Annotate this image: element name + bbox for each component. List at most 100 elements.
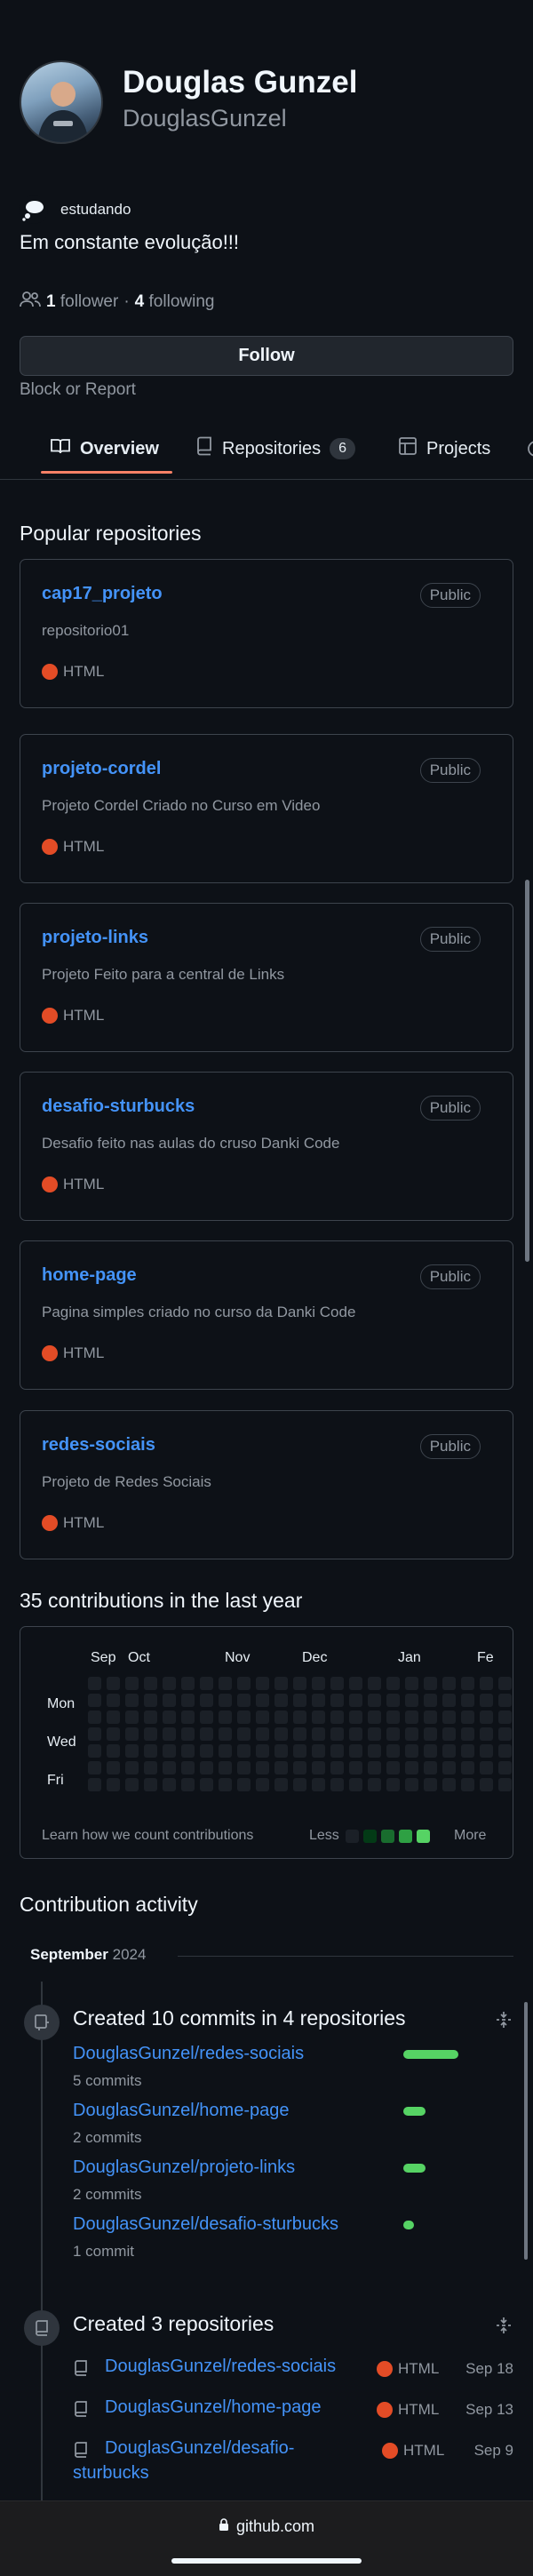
- contribution-cell[interactable]: [368, 1761, 381, 1774]
- contribution-cell[interactable]: [200, 1778, 213, 1791]
- contribution-cell[interactable]: [200, 1694, 213, 1707]
- repos-created-summary[interactable]: Created 3 repositories: [73, 2312, 274, 2336]
- contribution-cell[interactable]: [386, 1677, 400, 1690]
- contribution-cell[interactable]: [386, 1761, 400, 1774]
- contribution-cell[interactable]: [163, 1744, 176, 1758]
- contribution-cell[interactable]: [144, 1727, 157, 1741]
- repo-name-link[interactable]: redes-sociais: [42, 1435, 155, 1455]
- repo-name-link[interactable]: desafio-sturbucks: [42, 1097, 195, 1117]
- contribution-cell[interactable]: [200, 1761, 213, 1774]
- contribution-cell[interactable]: [256, 1677, 269, 1690]
- contribution-cell[interactable]: [498, 1778, 512, 1791]
- contribution-cell[interactable]: [405, 1677, 418, 1690]
- contribution-cell[interactable]: [461, 1677, 474, 1690]
- created-repo-link-wrap[interactable]: sturbucks: [73, 2463, 149, 2484]
- following-link[interactable]: 4 following: [135, 292, 215, 312]
- contribution-cell[interactable]: [461, 1761, 474, 1774]
- contribution-cell[interactable]: [349, 1711, 362, 1724]
- contribution-cell[interactable]: [293, 1761, 306, 1774]
- contribution-cell[interactable]: [181, 1727, 195, 1741]
- contribution-cell[interactable]: [480, 1677, 493, 1690]
- contribution-cell[interactable]: [498, 1744, 512, 1758]
- contribution-cell[interactable]: [107, 1778, 120, 1791]
- contribution-cell[interactable]: [330, 1694, 344, 1707]
- contribution-cell[interactable]: [480, 1778, 493, 1791]
- contribution-cell[interactable]: [498, 1711, 512, 1724]
- contribution-cell[interactable]: [237, 1727, 251, 1741]
- contribution-cell[interactable]: [219, 1727, 232, 1741]
- contribution-cell[interactable]: [349, 1744, 362, 1758]
- contribution-cell[interactable]: [107, 1744, 120, 1758]
- contribution-cell[interactable]: [312, 1711, 325, 1724]
- contribution-cell[interactable]: [368, 1711, 381, 1724]
- contribution-cell[interactable]: [274, 1677, 288, 1690]
- contribution-cell[interactable]: [293, 1744, 306, 1758]
- address-bar[interactable]: github.com: [0, 2517, 533, 2536]
- contribution-cell[interactable]: [368, 1727, 381, 1741]
- contribution-cell[interactable]: [163, 1778, 176, 1791]
- contribution-cell[interactable]: [368, 1677, 381, 1690]
- contribution-cell[interactable]: [163, 1761, 176, 1774]
- contribution-cell[interactable]: [88, 1761, 101, 1774]
- tab-projects[interactable]: Projects: [398, 418, 490, 480]
- contribution-cell[interactable]: [368, 1694, 381, 1707]
- contribution-cell[interactable]: [312, 1744, 325, 1758]
- followers-link[interactable]: 1 follower: [46, 292, 118, 312]
- contribution-cell[interactable]: [200, 1744, 213, 1758]
- contribution-cell[interactable]: [386, 1778, 400, 1791]
- contribution-cell[interactable]: [442, 1744, 456, 1758]
- contribution-cell[interactable]: [181, 1761, 195, 1774]
- contribution-cell[interactable]: [461, 1727, 474, 1741]
- block-or-report-link[interactable]: Block or Report: [20, 380, 136, 400]
- contribution-cell[interactable]: [330, 1744, 344, 1758]
- contribution-cell[interactable]: [163, 1694, 176, 1707]
- contribution-cell[interactable]: [293, 1727, 306, 1741]
- contribution-cell[interactable]: [107, 1677, 120, 1690]
- contribution-cell[interactable]: [274, 1727, 288, 1741]
- contribution-cell[interactable]: [312, 1727, 325, 1741]
- contribution-cell[interactable]: [349, 1677, 362, 1690]
- contribution-cell[interactable]: [181, 1778, 195, 1791]
- contribution-cell[interactable]: [237, 1761, 251, 1774]
- contribution-cell[interactable]: [144, 1711, 157, 1724]
- contribution-cell[interactable]: [274, 1694, 288, 1707]
- contribution-cell[interactable]: [107, 1694, 120, 1707]
- contribution-cell[interactable]: [88, 1744, 101, 1758]
- contribution-cell[interactable]: [274, 1778, 288, 1791]
- contribution-cell[interactable]: [144, 1694, 157, 1707]
- commit-repo-link[interactable]: DouglasGunzel/projeto-links: [73, 2157, 295, 2178]
- contribution-cell[interactable]: [405, 1778, 418, 1791]
- contribution-cell[interactable]: [480, 1727, 493, 1741]
- contribution-cell[interactable]: [405, 1761, 418, 1774]
- contribution-cell[interactable]: [386, 1711, 400, 1724]
- created-repo-link[interactable]: DouglasGunzel/desafio-: [105, 2438, 294, 2459]
- contribution-cell[interactable]: [200, 1677, 213, 1690]
- contribution-cell[interactable]: [442, 1778, 456, 1791]
- contribution-cell[interactable]: [200, 1727, 213, 1741]
- contribution-cell[interactable]: [181, 1677, 195, 1690]
- contribution-cell[interactable]: [219, 1761, 232, 1774]
- tab-more-partial[interactable]: [526, 418, 533, 480]
- contribution-cell[interactable]: [219, 1677, 232, 1690]
- commits-summary[interactable]: Created 10 commits in 4 repositories: [73, 2006, 406, 2030]
- contribution-cell[interactable]: [88, 1711, 101, 1724]
- contribution-cell[interactable]: [480, 1761, 493, 1774]
- contribution-cell[interactable]: [125, 1744, 139, 1758]
- contribution-cell[interactable]: [480, 1711, 493, 1724]
- contribution-cell[interactable]: [219, 1694, 232, 1707]
- contribution-cell[interactable]: [405, 1744, 418, 1758]
- contribution-cell[interactable]: [424, 1694, 437, 1707]
- contribution-cell[interactable]: [293, 1711, 306, 1724]
- contribution-cell[interactable]: [498, 1677, 512, 1690]
- repo-name-link[interactable]: home-page: [42, 1265, 137, 1286]
- contribution-cell[interactable]: [88, 1694, 101, 1707]
- contribution-cell[interactable]: [349, 1694, 362, 1707]
- tab-repositories[interactable]: Repositories 6: [195, 418, 356, 480]
- commit-repo-link[interactable]: DouglasGunzel/desafio-sturbucks: [73, 2214, 338, 2235]
- avatar[interactable]: [20, 60, 103, 144]
- repo-name-link[interactable]: projeto-cordel: [42, 759, 161, 779]
- scrollbar-thumb[interactable]: [525, 880, 529, 1262]
- contribution-cell[interactable]: [256, 1744, 269, 1758]
- created-repo-link[interactable]: DouglasGunzel/redes-sociais: [105, 2357, 336, 2377]
- contribution-cell[interactable]: [480, 1694, 493, 1707]
